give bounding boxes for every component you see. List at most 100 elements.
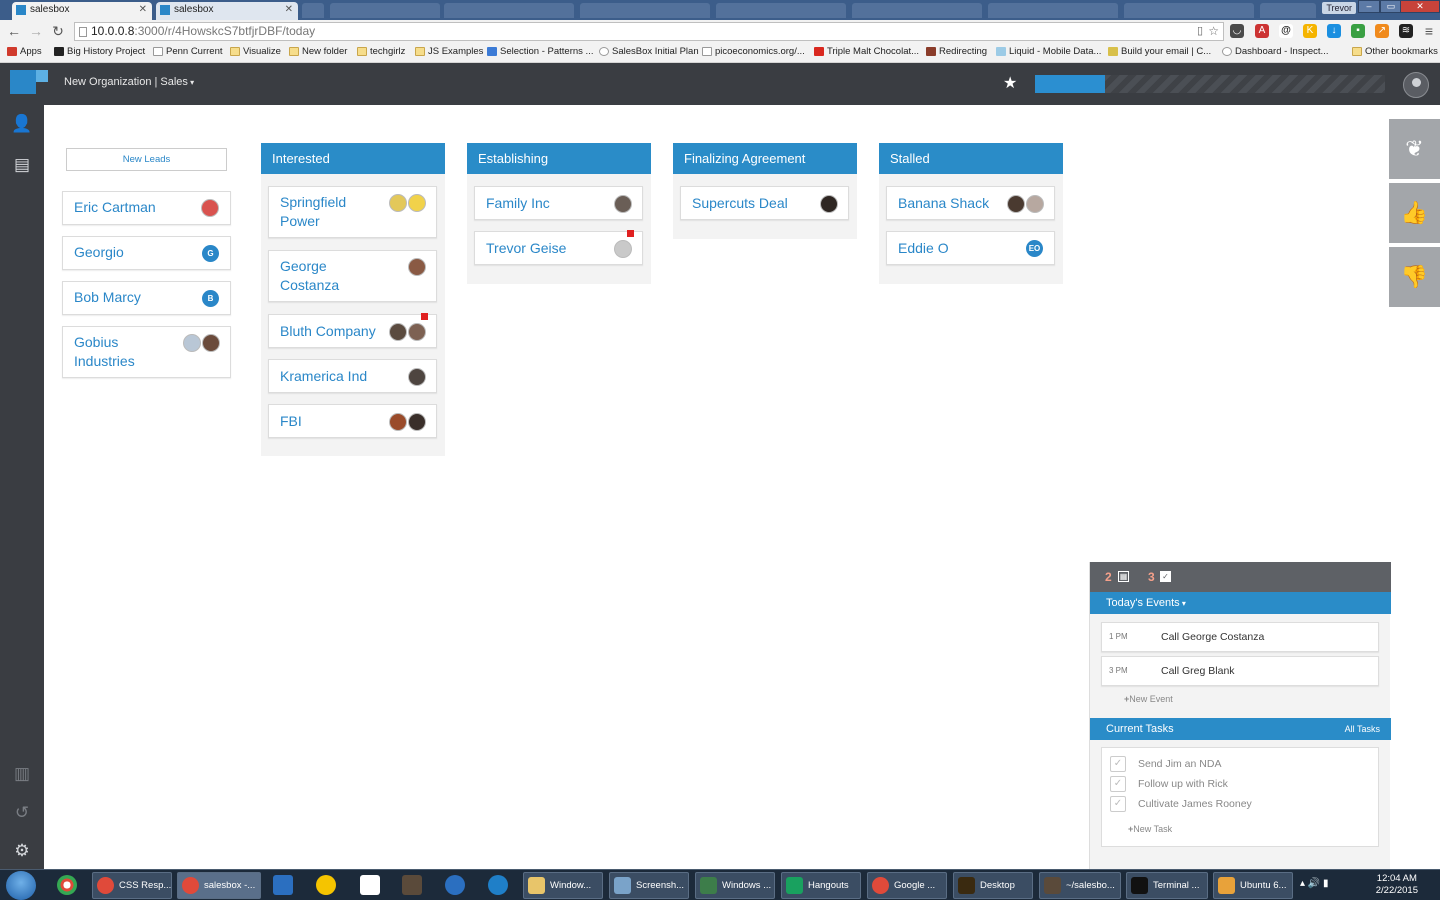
back-icon[interactable]: ←	[6, 22, 22, 40]
thumbs-up-button[interactable]: 👍	[1389, 183, 1440, 243]
bookmark-selection-patterns[interactable]: Selection - Patterns ...	[487, 46, 593, 58]
globe-taskbar-icon[interactable]	[488, 875, 508, 895]
salesbox-logo[interactable]	[10, 70, 48, 94]
chrome-taskbar-icon[interactable]	[57, 875, 77, 895]
deal-card-george-costanza[interactable]: George Costanza	[268, 250, 437, 302]
bookmark-js-examples[interactable]: JS Examples	[415, 46, 483, 58]
lead-card-gobius-industries[interactable]: Gobius Industries	[62, 326, 231, 378]
bookmark-build-email[interactable]: Build your email | C...	[1108, 46, 1211, 58]
todays-events-dropdown[interactable]: Today's Events ▾	[1090, 592, 1391, 614]
browser-tab-background[interactable]	[716, 3, 846, 18]
adblock-extension-icon[interactable]: A	[1255, 24, 1269, 38]
taskbar-button[interactable]: Windows ...	[695, 872, 775, 899]
taskbar-button[interactable]: Hangouts	[781, 872, 861, 899]
all-tasks-link[interactable]: All Tasks	[1345, 718, 1380, 740]
new-leads-button[interactable]: New Leads	[66, 148, 227, 171]
browser-tab-background[interactable]	[1260, 3, 1316, 18]
deal-card-fbi[interactable]: FBI	[268, 404, 437, 438]
taskbar-button[interactable]: ~/salesbo...	[1039, 872, 1121, 899]
layers-extension-icon[interactable]: ≋	[1399, 24, 1413, 38]
green-extension-icon[interactable]: ▪	[1351, 24, 1365, 38]
chart-extension-icon[interactable]: ↗	[1375, 24, 1389, 38]
bookmark-triple-malt[interactable]: Triple Malt Chocolat...	[814, 46, 919, 58]
taskbar-button[interactable]: Terminal ...	[1126, 872, 1208, 899]
reader-icon[interactable]: ▯	[1197, 23, 1203, 40]
bookmark-penn-current[interactable]: Penn Current	[153, 46, 223, 58]
minimize-window-button[interactable]: ‒	[1358, 0, 1380, 13]
taskbar-button[interactable]: Screensh...	[609, 872, 689, 899]
event-count[interactable]: 2	[1105, 570, 1112, 584]
bookmark-dashboard[interactable]: Dashboard - Inspect...	[1222, 46, 1328, 58]
new-task-link[interactable]: +New Task	[1128, 824, 1172, 834]
close-tab-icon[interactable]: ✕	[139, 2, 147, 18]
bookmark-salesbox-plan[interactable]: SalesBox Initial Plan	[599, 46, 699, 58]
close-tab-icon[interactable]: ✕	[285, 2, 293, 18]
browser-tab-salesbox[interactable]: salesbox ✕	[156, 2, 298, 20]
calendar-icon[interactable]: ▦	[1118, 571, 1129, 582]
bookmark-big-history[interactable]: Big History Project	[54, 46, 145, 58]
deal-card-bluth-company[interactable]: Bluth Company	[268, 313, 437, 348]
history-icon[interactable]: ↺	[11, 802, 33, 824]
browser-tab-background[interactable]	[580, 3, 710, 18]
organization-menu[interactable]: New Organization | Sales ▾	[64, 75, 194, 90]
chrome-menu-icon[interactable]: ≡	[1421, 22, 1437, 40]
add-contact-icon[interactable]: 👤	[11, 113, 33, 135]
bookmark-other[interactable]: Other bookmarks	[1352, 46, 1438, 58]
deal-card-banana-shack[interactable]: Banana Shack	[886, 186, 1055, 220]
deal-card-kramerica-ind[interactable]: Kramerica Ind	[268, 359, 437, 393]
new-tab-button[interactable]	[302, 3, 324, 18]
event-row[interactable]: 1 PM Call George Costanza	[1101, 622, 1379, 652]
user-avatar[interactable]	[1403, 72, 1429, 98]
close-window-button[interactable]: ✕	[1400, 0, 1440, 13]
taskbar-button[interactable]: salesbox -...	[177, 872, 261, 899]
checkbox-icon[interactable]: ✓	[1160, 571, 1171, 582]
system-tray[interactable]: ▴ 🔊 ▮	[1300, 878, 1329, 889]
bookmark-new-folder[interactable]: New folder	[289, 46, 347, 58]
event-row[interactable]: 3 PM Call Greg Blank	[1101, 656, 1379, 686]
browser-tab-salesbox-active[interactable]: salesbox ✕	[12, 2, 152, 20]
apps-grid-taskbar-icon[interactable]	[360, 875, 380, 895]
settings-gear-icon[interactable]: ⚙	[11, 840, 33, 862]
new-event-link[interactable]: +New Event	[1124, 694, 1173, 704]
k-extension-icon[interactable]: K	[1303, 24, 1317, 38]
taskbar-button[interactable]: Ubuntu 6...	[1213, 872, 1293, 899]
reload-icon[interactable]: ↻	[50, 22, 66, 40]
pocket-extension-icon[interactable]: ◡	[1230, 24, 1244, 38]
deal-card-family-inc[interactable]: Family Inc	[474, 186, 643, 220]
download-extension-icon[interactable]: ↓	[1327, 24, 1341, 38]
calendar-taskbar-icon[interactable]	[273, 875, 293, 895]
deal-card-eddie-o[interactable]: Eddie O EO	[886, 231, 1055, 265]
at-extension-icon[interactable]: @	[1279, 24, 1293, 38]
thumbs-down-button[interactable]: 👎	[1389, 247, 1440, 307]
browser-tab-background[interactable]	[444, 3, 574, 18]
bar-chart-icon[interactable]: ▥	[11, 763, 33, 785]
taskbar-clock[interactable]: 12:04 AM 2/22/2015	[1376, 873, 1418, 897]
deal-card-springfield-power[interactable]: Springfield Power	[268, 186, 437, 238]
lead-card-eric-cartman[interactable]: Eric Cartman	[62, 191, 231, 225]
sublime-taskbar-icon[interactable]	[402, 875, 422, 895]
deal-card-supercuts-deal[interactable]: Supercuts Deal	[680, 186, 849, 220]
star-icon[interactable]: ★	[1003, 75, 1017, 93]
taskbar-button[interactable]: Google ...	[867, 872, 947, 899]
browser-tab-background[interactable]	[988, 3, 1118, 18]
lead-card-bob-marcy[interactable]: Bob Marcy B	[62, 281, 231, 315]
taskbar-button[interactable]: Window...	[523, 872, 603, 899]
bookmark-techgirlz[interactable]: techgirlz	[357, 46, 405, 58]
deal-card-trevor-geise[interactable]: Trevor Geise	[474, 230, 643, 265]
contacts-book-icon[interactable]: ▤	[11, 154, 33, 176]
bookmark-redirecting[interactable]: Redirecting	[926, 46, 987, 58]
lead-card-georgio[interactable]: Georgio G	[62, 236, 231, 270]
task-checkbox[interactable]: ✓	[1110, 796, 1126, 812]
browser-tab-background[interactable]	[330, 3, 440, 18]
bookmark-visualize[interactable]: Visualize	[230, 46, 281, 58]
task-checkbox[interactable]: ✓	[1110, 756, 1126, 772]
taskbar-button[interactable]: CSS Resp...	[92, 872, 172, 899]
browser-tab-background[interactable]	[852, 3, 982, 18]
address-bar[interactable]: 10.0.0.8:3000/r/4HowskcS7btfjrDBF/today …	[74, 22, 1224, 41]
profile-name[interactable]: Trevor	[1322, 2, 1356, 14]
forward-icon[interactable]: →	[28, 22, 44, 40]
browser-tab-background[interactable]	[1124, 3, 1254, 18]
maximize-window-button[interactable]: ▭	[1380, 0, 1402, 13]
nurture-leaf-button[interactable]: ❦	[1389, 119, 1440, 179]
task-count[interactable]: 3	[1148, 570, 1155, 584]
